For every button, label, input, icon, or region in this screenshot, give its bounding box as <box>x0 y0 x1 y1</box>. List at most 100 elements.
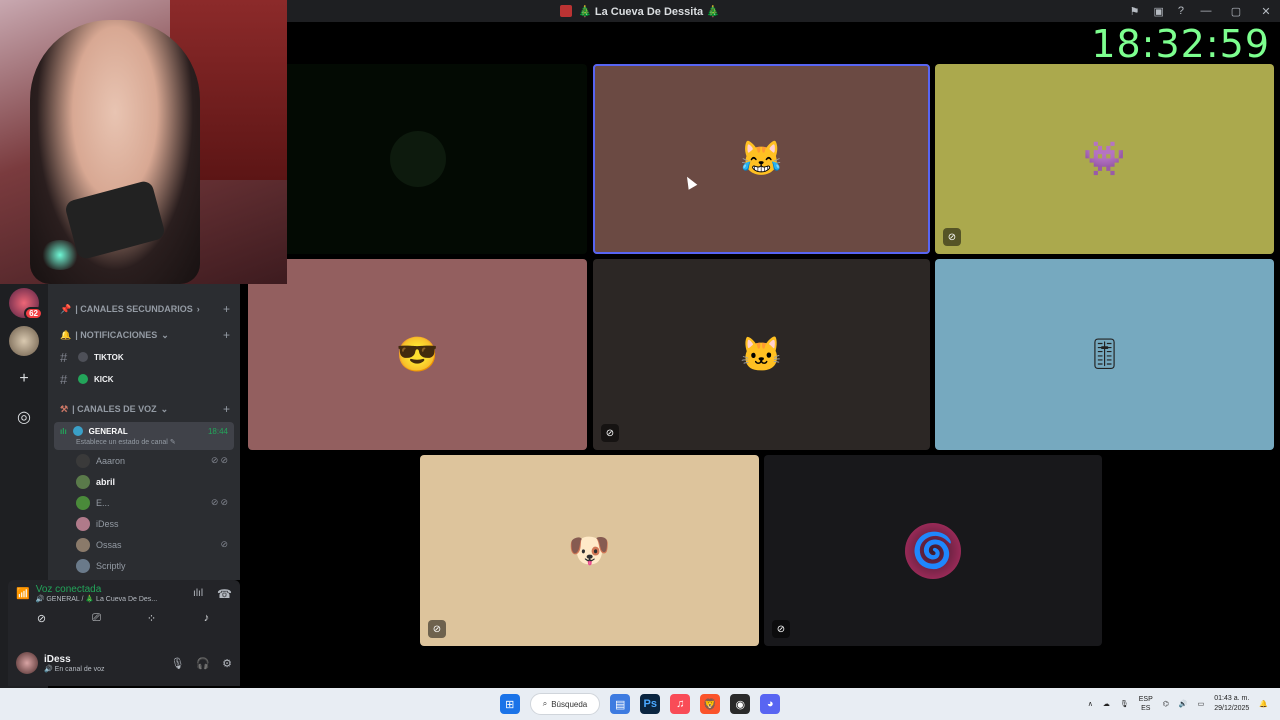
participant-avatar: 🌀 <box>905 522 961 579</box>
add-server-icon[interactable]: + <box>9 364 39 394</box>
discord-icon[interactable]: ◕ <box>760 694 781 714</box>
voice-channel-label: GENERAL <box>88 426 128 436</box>
chevron-down-icon: ⌄ <box>161 329 169 340</box>
add-channel-icon[interactable]: + <box>223 328 230 342</box>
avatar <box>76 537 90 552</box>
video-tile-speaking[interactable]: 😹 <box>593 64 930 254</box>
minimize-button[interactable]: — <box>1198 5 1214 17</box>
avatar <box>76 474 90 489</box>
network-icon[interactable]: ⌬ <box>1163 700 1169 708</box>
participant-avatar <box>389 131 446 187</box>
voice-connected-subtitle[interactable]: 🔊 GENERAL / 🎄 La Cueva De Des... <box>36 595 187 603</box>
hammer-icon: ⚒ <box>60 403 69 414</box>
photoshop-icon[interactable]: Ps <box>640 694 661 714</box>
user-name: iDess <box>96 518 119 529</box>
hash-icon: # <box>60 371 68 387</box>
channel-label: TIKTOK <box>94 352 124 362</box>
muted-icon: ⊘ <box>220 539 230 549</box>
video-tile[interactable] <box>248 64 587 254</box>
speaker-icon: 🔊 <box>44 665 53 673</box>
video-tile[interactable]: 🐶 ⊘ <box>420 455 759 646</box>
participant-avatar: 😎 <box>396 335 439 374</box>
language-indicator[interactable]: ESP ES <box>1139 695 1153 713</box>
window-title-text: 🎄 La Cueva De Dessita 🎄 <box>578 5 720 18</box>
category-label: | CANALES DE VOZ <box>72 404 157 414</box>
disconnect-icon[interactable]: ☎ <box>217 587 232 601</box>
noise-suppression-icon[interactable]: ılıl <box>193 588 203 599</box>
taskbar-search[interactable]: ⌕ Búsqueda <box>529 693 601 715</box>
microphone-icon[interactable]: 🎙 <box>170 657 184 670</box>
voice-connected-panel: 📶 Voz conectada 🔊 GENERAL / 🎄 La Cueva D… <box>8 580 240 640</box>
headphones-icon[interactable]: 🎧 <box>196 657 210 670</box>
camera-off-button[interactable]: ⊘ <box>17 609 67 627</box>
video-tile[interactable]: 🌀 ⊘ <box>764 455 1102 646</box>
voice-user[interactable]: abril <box>48 471 240 492</box>
keyboard-layout: ES <box>1141 705 1151 712</box>
inbox-icon[interactable]: ⚑ <box>1130 5 1140 18</box>
windows-start-icon[interactable]: ⊞ <box>499 694 520 714</box>
notification-bell-icon[interactable]: 🔔 <box>1259 700 1268 708</box>
add-channel-icon[interactable]: + <box>223 402 230 416</box>
light-glow <box>40 240 80 270</box>
system-tray: ∧ ☁ 🎙 ESP ES ⌬ 🔊 ▭ 01:43 a. m. 29/12/202… <box>1088 688 1268 720</box>
help-icon[interactable]: ? <box>1178 5 1184 17</box>
avatar[interactable] <box>16 652 38 674</box>
category-voice[interactable]: ⚒ | CANALES DE VOZ ⌄ + <box>48 398 240 420</box>
category-notifications[interactable]: 🔔 | NOTIFICACIONES ⌄ + <box>48 324 240 346</box>
channel-emoji-icon <box>78 374 88 384</box>
discover-icon[interactable]: ◎ <box>9 402 39 432</box>
search-icon: ⌕ <box>542 699 548 708</box>
music-icon[interactable]: ♫ <box>670 694 691 714</box>
voice-channel-general[interactable]: ılı GENERAL 18:44 Establece un estado de… <box>54 422 234 450</box>
battery-icon[interactable]: ▭ <box>1198 700 1205 708</box>
taskbar-search-label: Búsqueda <box>551 699 588 709</box>
channel-item[interactable]: # TIKTOK <box>48 346 240 368</box>
chevron-down-icon: ⌄ <box>160 403 169 414</box>
participant-avatar: 👾 <box>1083 140 1126 178</box>
taskbar-clock[interactable]: 01:43 a. m. 29/12/2025 <box>1214 694 1249 714</box>
user-panel-status-text: En canal de voz <box>54 665 105 673</box>
user-controls: 🎙 🎧 ⚙ <box>170 657 232 670</box>
obs-icon[interactable]: ◉ <box>730 694 751 714</box>
voice-user[interactable]: Ossas ⊘ <box>48 534 240 555</box>
avatar <box>76 558 90 573</box>
screen-icon[interactable]: ▣ <box>1153 5 1163 18</box>
sound-wave-icon: 🎚 <box>1085 338 1124 371</box>
voice-user[interactable]: Aaaron ⊘⊘ <box>48 450 240 471</box>
voice-user-list: Aaaron ⊘⊘ abril E... ⊘⊘ iDess Ossas ⊘ Sc… <box>48 450 240 576</box>
close-button[interactable]: ✕ <box>1258 5 1274 18</box>
activities-button[interactable]: ⁘ <box>127 609 177 627</box>
video-tile[interactable]: 😎 <box>248 259 587 450</box>
channel-item[interactable]: # KICK <box>48 368 240 390</box>
add-channel-icon[interactable]: + <box>223 302 230 316</box>
voice-user[interactable]: iDess <box>48 513 240 534</box>
share-screen-button[interactable]: ⎚ <box>72 609 122 627</box>
video-tile[interactable]: 🐱 ⊘ <box>593 259 930 450</box>
server-avatar[interactable] <box>9 326 39 356</box>
language-code: ESP <box>1138 696 1153 703</box>
category-secondary[interactable]: 📌 | CANALES SECUNDARIOS › + <box>48 298 240 320</box>
video-tile[interactable]: 👾 ⊘ <box>935 64 1274 254</box>
server-avatar[interactable]: 62 <box>9 288 43 320</box>
chevron-up-icon[interactable]: ∧ <box>1088 700 1093 708</box>
avatar <box>76 516 90 531</box>
brave-icon[interactable]: 🦁 <box>700 694 721 714</box>
explorer-icon[interactable]: ▤ <box>610 694 631 714</box>
muted-icon: ⊘ <box>428 620 446 638</box>
channel-status-text: Establece un estado de canal <box>76 439 168 446</box>
muted-deafened-icon: ⊘⊘ <box>210 455 230 465</box>
taskbar-date: 29/12/2025 <box>1214 705 1250 712</box>
video-tile[interactable]: 🎚 <box>935 259 1274 450</box>
microphone-tray-icon[interactable]: 🎙 <box>1120 700 1129 708</box>
voice-connected-title: Voz conectada <box>35 584 102 595</box>
voice-user[interactable]: Scriptly <box>48 555 240 576</box>
settings-gear-icon[interactable]: ⚙ <box>222 657 232 670</box>
soundboard-button[interactable]: ♪ <box>182 609 232 627</box>
channel-status[interactable]: Establece un estado de canal ✎ <box>60 438 228 446</box>
maximize-button[interactable]: ▢ <box>1228 5 1244 18</box>
cloud-icon[interactable]: ☁ <box>1103 700 1110 708</box>
voice-user[interactable]: E... ⊘⊘ <box>48 492 240 513</box>
volume-icon[interactable]: 🔊 <box>1179 700 1188 708</box>
pin-icon: 📌 <box>60 303 72 314</box>
channel-sidebar: 📌 | CANALES SECUNDARIOS › + 🔔 | NOTIFICA… <box>48 284 240 580</box>
